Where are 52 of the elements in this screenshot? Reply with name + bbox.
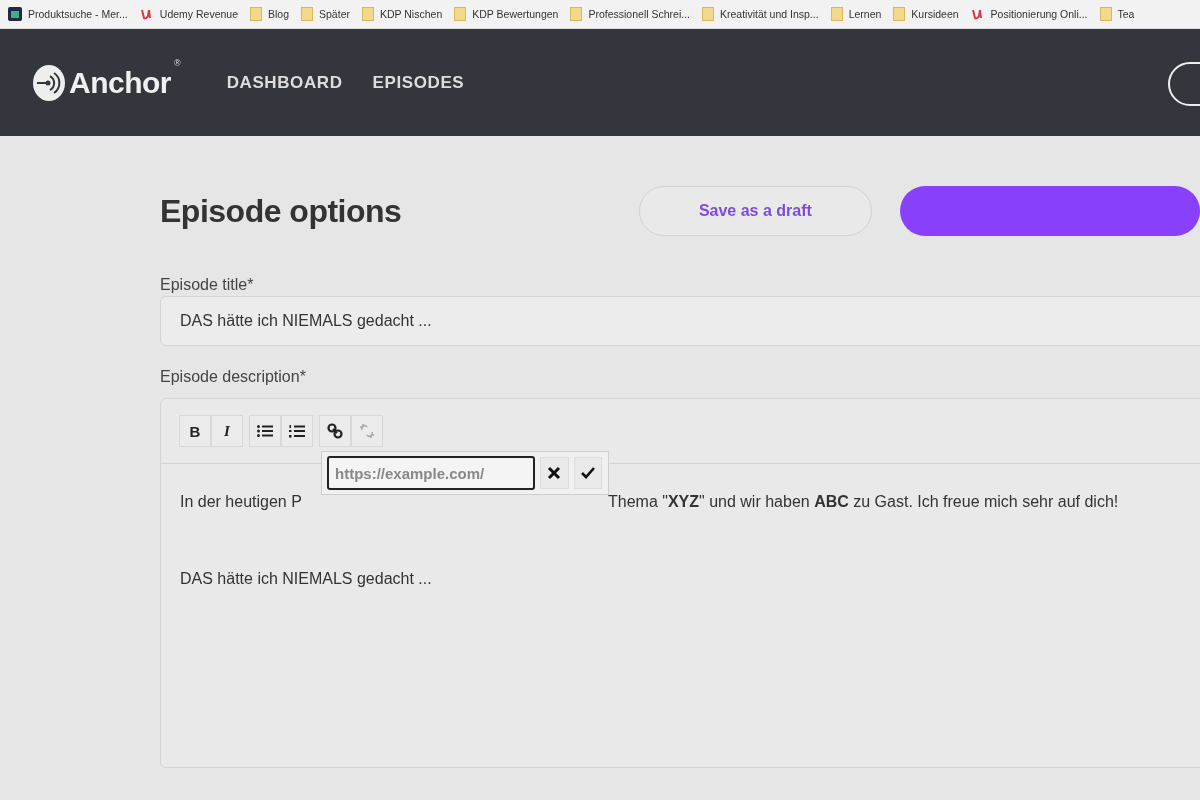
- folder-icon: [702, 7, 714, 21]
- bookmark-link[interactable]: Kursideen: [911, 8, 959, 20]
- registered-mark: ®: [174, 57, 181, 68]
- letter-u-icon: [970, 8, 985, 20]
- bookmark-link[interactable]: KDP Bewertungen: [472, 8, 559, 20]
- letter-u-icon: [139, 8, 154, 20]
- bold-button[interactable]: B: [179, 415, 211, 447]
- link-button[interactable]: [319, 415, 351, 447]
- description-paragraph: DAS hätte ich NIEMALS gedacht ...: [180, 568, 433, 589]
- bookmark-link[interactable]: KDP Nischen: [379, 8, 443, 20]
- bookmark-link[interactable]: Udemy Revenue: [159, 8, 238, 20]
- cancel-button[interactable]: [540, 457, 569, 489]
- folder-icon: [1099, 7, 1112, 21]
- title-input-field[interactable]: DAS hätte ich NIEMALS gedacht ...: [160, 296, 1200, 346]
- bookmark-link[interactable]: Professionell Schrei...: [588, 8, 690, 20]
- folder-icon: [893, 7, 906, 21]
- nav-link[interactable]: DASHBOARD: [226, 72, 343, 93]
- folder-icon: [454, 7, 467, 21]
- numbered-list-button[interactable]: [281, 415, 313, 447]
- url-input-field[interactable]: https://example.com/: [327, 456, 535, 490]
- page-title: Episode options: [160, 192, 403, 230]
- bookmark-link[interactable]: Tea: [1117, 8, 1135, 20]
- bullet-list-icon: [257, 425, 273, 437]
- bookmark-link[interactable]: Lernen: [848, 8, 882, 20]
- italic-button[interactable]: I: [211, 415, 243, 447]
- save-draft-button[interactable]: Save as a draft: [638, 186, 872, 236]
- bullet-list-button[interactable]: [249, 415, 281, 447]
- description-text: Thema "XYZ" und wir haben ABC zu Gast. Ich freue mich sehr auf dich!: [608, 492, 1119, 512]
- bookmark-link[interactable]: Kreativität und Insp...: [720, 8, 819, 20]
- folder-icon: [250, 7, 262, 21]
- nav-link[interactable]: EPISODES: [372, 72, 465, 93]
- bookmark-link[interactable]: Später: [319, 8, 350, 20]
- broken-link-icon: [359, 423, 375, 439]
- close-icon: [547, 466, 562, 480]
- bookmark-link[interactable]: Blog: [268, 8, 290, 20]
- numbered-list-icon: [289, 424, 305, 438]
- bookmark-link[interactable]: Positionierung Onli...: [990, 8, 1088, 20]
- confirm-button[interactable]: [573, 457, 602, 489]
- link-icon: [327, 423, 343, 439]
- field-label: Episode title*: [160, 276, 255, 294]
- bookmark-link[interactable]: Produktsuche - Mer...: [28, 8, 128, 20]
- field-label: Episode description*: [160, 368, 307, 386]
- logo-text: Anchor: [69, 65, 171, 100]
- description-text: In der heutigen P: [180, 493, 302, 510]
- primary-button[interactable]: [900, 186, 1200, 236]
- folder-icon: [830, 7, 843, 21]
- folder-icon: [570, 7, 583, 21]
- folder-icon: [361, 7, 374, 21]
- check-icon: [580, 467, 595, 479]
- app-icon: [8, 7, 22, 21]
- logo-icon: [32, 63, 66, 102]
- folder-icon: [301, 7, 314, 21]
